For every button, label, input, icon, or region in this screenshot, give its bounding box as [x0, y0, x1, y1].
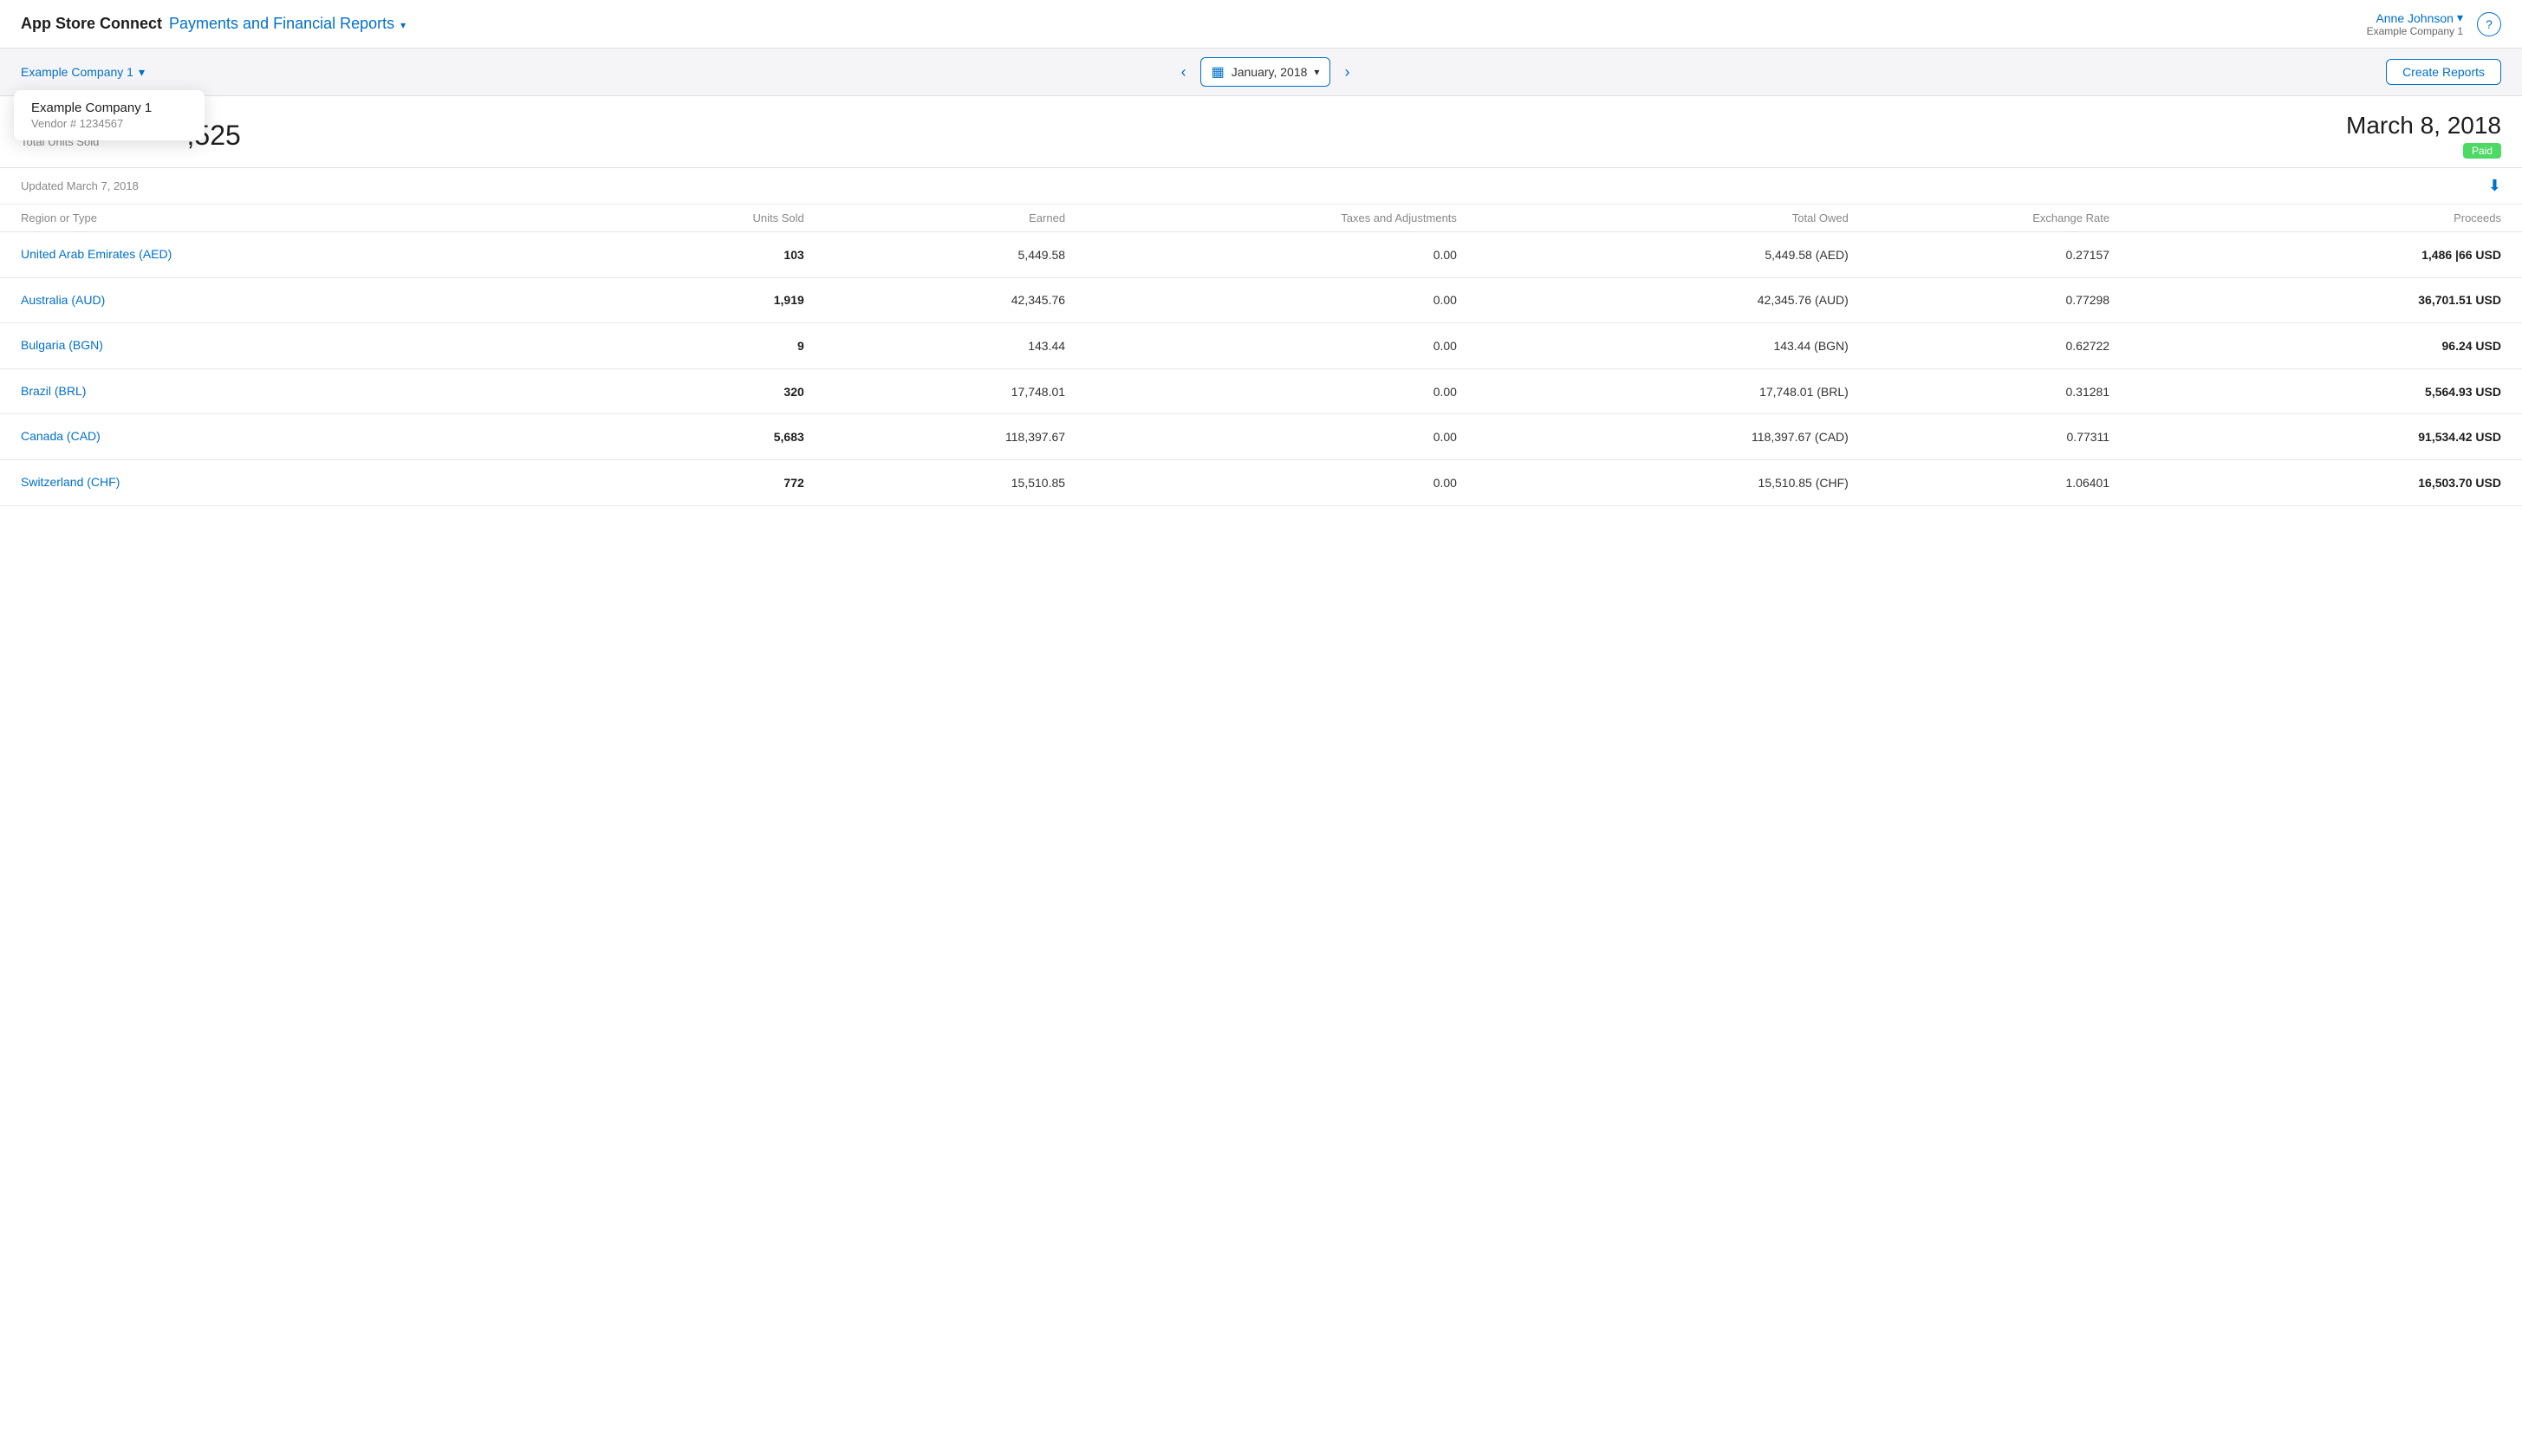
table-header-proceeds: Proceeds: [2109, 211, 2501, 224]
user-name[interactable]: Anne Johnson ▾: [2367, 10, 2463, 25]
exchange-rate-cell: 0.31281: [1849, 385, 2109, 399]
main-header: App Store Connect Payments and Financial…: [0, 0, 2522, 49]
header-right: Anne Johnson ▾ Example Company 1 ?: [2367, 10, 2501, 37]
table-header-total-owed: Total Owed: [1457, 211, 1849, 224]
page-title: Payments and Financial Reports ▾: [169, 15, 406, 33]
region-link[interactable]: Australia (AUD): [21, 293, 105, 307]
updated-row: Updated March 7, 2018 ⬇: [0, 168, 2522, 205]
toolbar: Example Company 1 ▾ Example Company 1 Ve…: [0, 49, 2522, 96]
total-owed-cell: 143.44 (BGN): [1457, 339, 1849, 353]
earned-cell: 143.44: [804, 339, 1065, 353]
updated-label: Updated March 7, 2018: [21, 179, 139, 192]
total-owed-cell: 15,510.85 (CHF): [1457, 476, 1849, 490]
prev-month-button[interactable]: ‹: [1174, 60, 1193, 85]
date-picker[interactable]: ▦ January, 2018 ▾: [1200, 57, 1331, 87]
create-reports-button[interactable]: Create Reports: [2386, 59, 2501, 85]
proceeds-cell: 5,564.93 USD: [2109, 385, 2501, 399]
proceeds-cell: 1,486 |66 USD: [2109, 248, 2501, 262]
taxes-cell: 0.00: [1065, 339, 1457, 353]
header-left: App Store Connect Payments and Financial…: [21, 15, 406, 33]
earned-cell: 15,510.85: [804, 476, 1065, 490]
dropdown-company-name: Example Company 1: [31, 101, 187, 115]
summary-row: EXAMPLE BANK 1 ▼ 32325 Total Units Sold …: [0, 96, 2522, 168]
date-picker-chevron-icon: ▾: [1314, 66, 1319, 78]
user-chevron-icon: ▾: [2457, 10, 2463, 25]
proceeds-cell: 16,503.70 USD: [2109, 476, 2501, 490]
total-owed-cell: 42,345.76 (AUD): [1457, 293, 1849, 307]
region-link[interactable]: Brazil (BRL): [21, 384, 86, 398]
table-header-earned: Earned: [804, 211, 1065, 224]
total-owed-cell: 118,397.67 (CAD): [1457, 430, 1849, 444]
table-header-units-sold: Units Sold: [543, 211, 804, 224]
next-month-button[interactable]: ›: [1337, 60, 1356, 85]
units-sold-cell: 5,683: [543, 430, 804, 444]
table-header-region-or-type: Region or Type: [21, 211, 543, 224]
earned-cell: 118,397.67: [804, 430, 1065, 444]
proceeds-cell: 91,534.42 USD: [2109, 430, 2501, 444]
earned-cell: 17,748.01: [804, 385, 1065, 399]
units-sold-cell: 9: [543, 339, 804, 353]
region-link[interactable]: United Arab Emirates (AED): [21, 247, 172, 261]
app-store-connect-label: App Store Connect: [21, 15, 162, 33]
user-info: Anne Johnson ▾ Example Company 1: [2367, 10, 2463, 37]
title-chevron-icon[interactable]: ▾: [400, 19, 406, 31]
taxes-cell: 0.00: [1065, 476, 1457, 490]
calendar-icon: ▦: [1212, 63, 1225, 81]
taxes-cell: 0.00: [1065, 430, 1457, 444]
vendor-selector[interactable]: Example Company 1 ▾: [21, 65, 145, 80]
region-link[interactable]: Bulgaria (BGN): [21, 338, 103, 352]
units-sold-cell: 1,919: [543, 293, 804, 307]
taxes-cell: 0.00: [1065, 248, 1457, 262]
exchange-rate-cell: 0.62722: [1849, 339, 2109, 353]
exchange-rate-cell: 1.06401: [1849, 476, 2109, 490]
date-picker-label: January, 2018: [1232, 65, 1308, 79]
proceeds-cell: 36,701.51 USD: [2109, 293, 2501, 307]
user-company: Example Company 1: [2367, 25, 2463, 37]
table-row: Switzerland (CHF) 77215,510.850.0015,510.…: [0, 460, 2522, 506]
taxes-cell: 0.00: [1065, 385, 1457, 399]
vendor-label: Example Company 1: [21, 65, 133, 79]
table-row: Australia (AUD) 1,91942,345.760.0042,345.…: [0, 278, 2522, 324]
paid-badge: Paid: [2463, 143, 2501, 159]
exchange-rate-cell: 0.77311: [1849, 430, 2109, 444]
table-row: Canada (CAD) 5,683118,397.670.00118,397.6…: [0, 414, 2522, 460]
units-sold-cell: 320: [543, 385, 804, 399]
region-link[interactable]: Switzerland (CHF): [21, 475, 120, 489]
summary-date: March 8, 2018: [2346, 112, 2501, 140]
units-sold-cell: 772: [543, 476, 804, 490]
date-nav: ‹ ▦ January, 2018 ▾ ›: [1174, 57, 1357, 87]
exchange-rate-cell: 0.27157: [1849, 248, 2109, 262]
summary-right: March 8, 2018 Paid: [2346, 112, 2501, 159]
exchange-rate-cell: 0.77298: [1849, 293, 2109, 307]
table-header-taxes-and-adjustments: Taxes and Adjustments: [1065, 211, 1457, 224]
total-owed-cell: 17,748.01 (BRL): [1457, 385, 1849, 399]
region-link[interactable]: Canada (CAD): [21, 429, 101, 443]
proceeds-cell: 96.24 USD: [2109, 339, 2501, 353]
table-row: Bulgaria (BGN) 9143.440.00143.44 (BGN)0.6…: [0, 323, 2522, 369]
vendor-chevron-icon: ▾: [139, 65, 145, 80]
download-icon[interactable]: ⬇: [2488, 177, 2501, 195]
table-row: United Arab Emirates (AED) 1035,449.580.0…: [0, 232, 2522, 278]
help-button[interactable]: ?: [2477, 12, 2501, 36]
earned-cell: 42,345.76: [804, 293, 1065, 307]
taxes-cell: 0.00: [1065, 293, 1457, 307]
units-sold-cell: 103: [543, 248, 804, 262]
table-header: Region or TypeUnits SoldEarnedTaxes and …: [0, 205, 2522, 232]
table-header-exchange-rate: Exchange Rate: [1849, 211, 2109, 224]
vendor-dropdown: Example Company 1 Vendor # 1234567: [14, 90, 205, 140]
table-body: United Arab Emirates (AED)1035,449.580.0…: [0, 232, 2522, 506]
total-owed-cell: 5,449.58 (AED): [1457, 248, 1849, 262]
dropdown-vendor-label: Vendor # 1234567: [31, 117, 187, 130]
table-row: Brazil (BRL) 32017,748.010.0017,748.01 (B…: [0, 369, 2522, 415]
earned-cell: 5,449.58: [804, 248, 1065, 262]
